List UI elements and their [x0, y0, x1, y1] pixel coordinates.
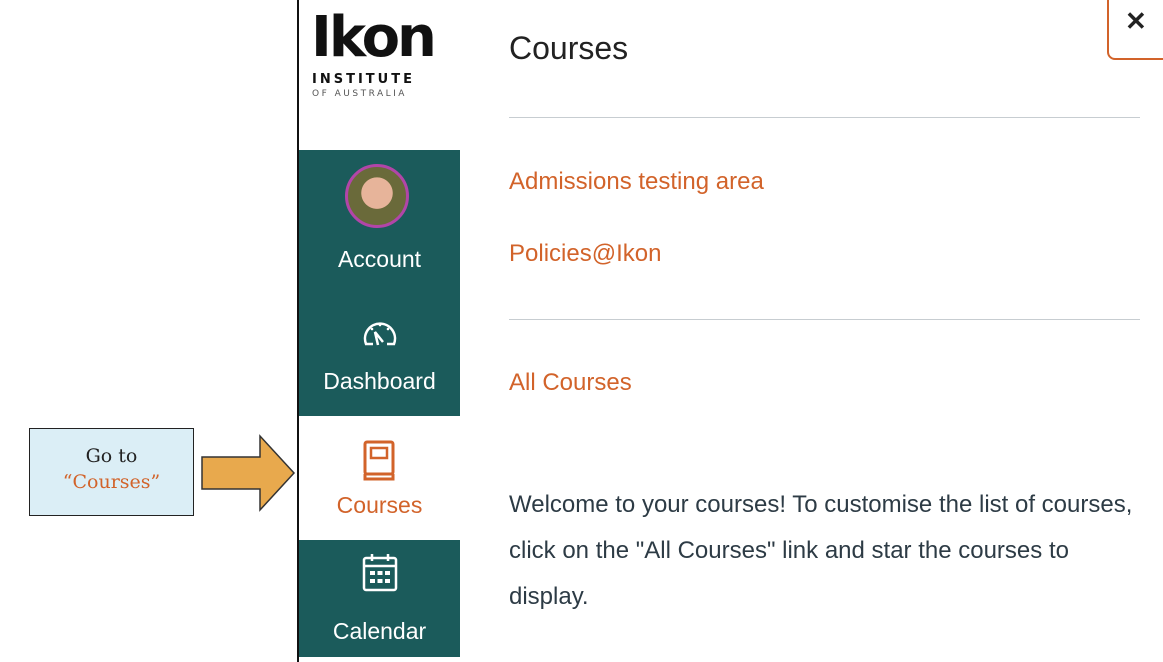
logo-subtitle: INSTITUTE	[312, 72, 415, 87]
nav-item-label: Account	[337, 246, 422, 272]
pointer-arrow-icon	[201, 434, 296, 512]
course-link[interactable]: Admissions testing area	[509, 168, 764, 196]
course-link[interactable]: Policies@Ikon	[509, 240, 661, 268]
book-icon	[363, 440, 395, 481]
speedometer-icon	[363, 322, 397, 346]
ikon-logo[interactable]: Ikon INSTITUTE OF AUSTRALIA	[299, 0, 460, 150]
close-button[interactable]: ✕	[1107, 0, 1163, 60]
logo-wordmark: Ikon	[311, 5, 437, 70]
avatar	[345, 164, 409, 228]
close-icon: ✕	[1125, 6, 1147, 36]
nav-item-label: Dashboard	[323, 368, 436, 394]
nav-item-label: Courses	[336, 492, 423, 518]
calendar-icon	[362, 554, 398, 592]
instruction-callout: Go to “Courses”	[29, 428, 194, 516]
nav-item-account[interactable]: Account	[299, 150, 460, 288]
nav-item-calendar[interactable]: Calendar	[299, 540, 460, 657]
global-nav: Ikon INSTITUTE OF AUSTRALIA Account Dash…	[299, 0, 460, 657]
nav-item-label: Calendar	[332, 618, 427, 644]
callout-line2: “Courses”	[62, 471, 161, 493]
welcome-text: Welcome to your courses! To customise th…	[509, 491, 1133, 610]
logo-subtitle-2: OF AUSTRALIA	[312, 89, 407, 99]
nav-item-courses[interactable]: Courses	[299, 416, 460, 540]
panel-title: Courses	[509, 30, 629, 66]
divider	[509, 117, 1140, 118]
all-courses-link[interactable]: All Courses	[509, 369, 632, 397]
callout-line1: Go to	[85, 445, 138, 467]
nav-item-dashboard[interactable]: Dashboard	[299, 288, 460, 416]
divider	[509, 319, 1140, 320]
